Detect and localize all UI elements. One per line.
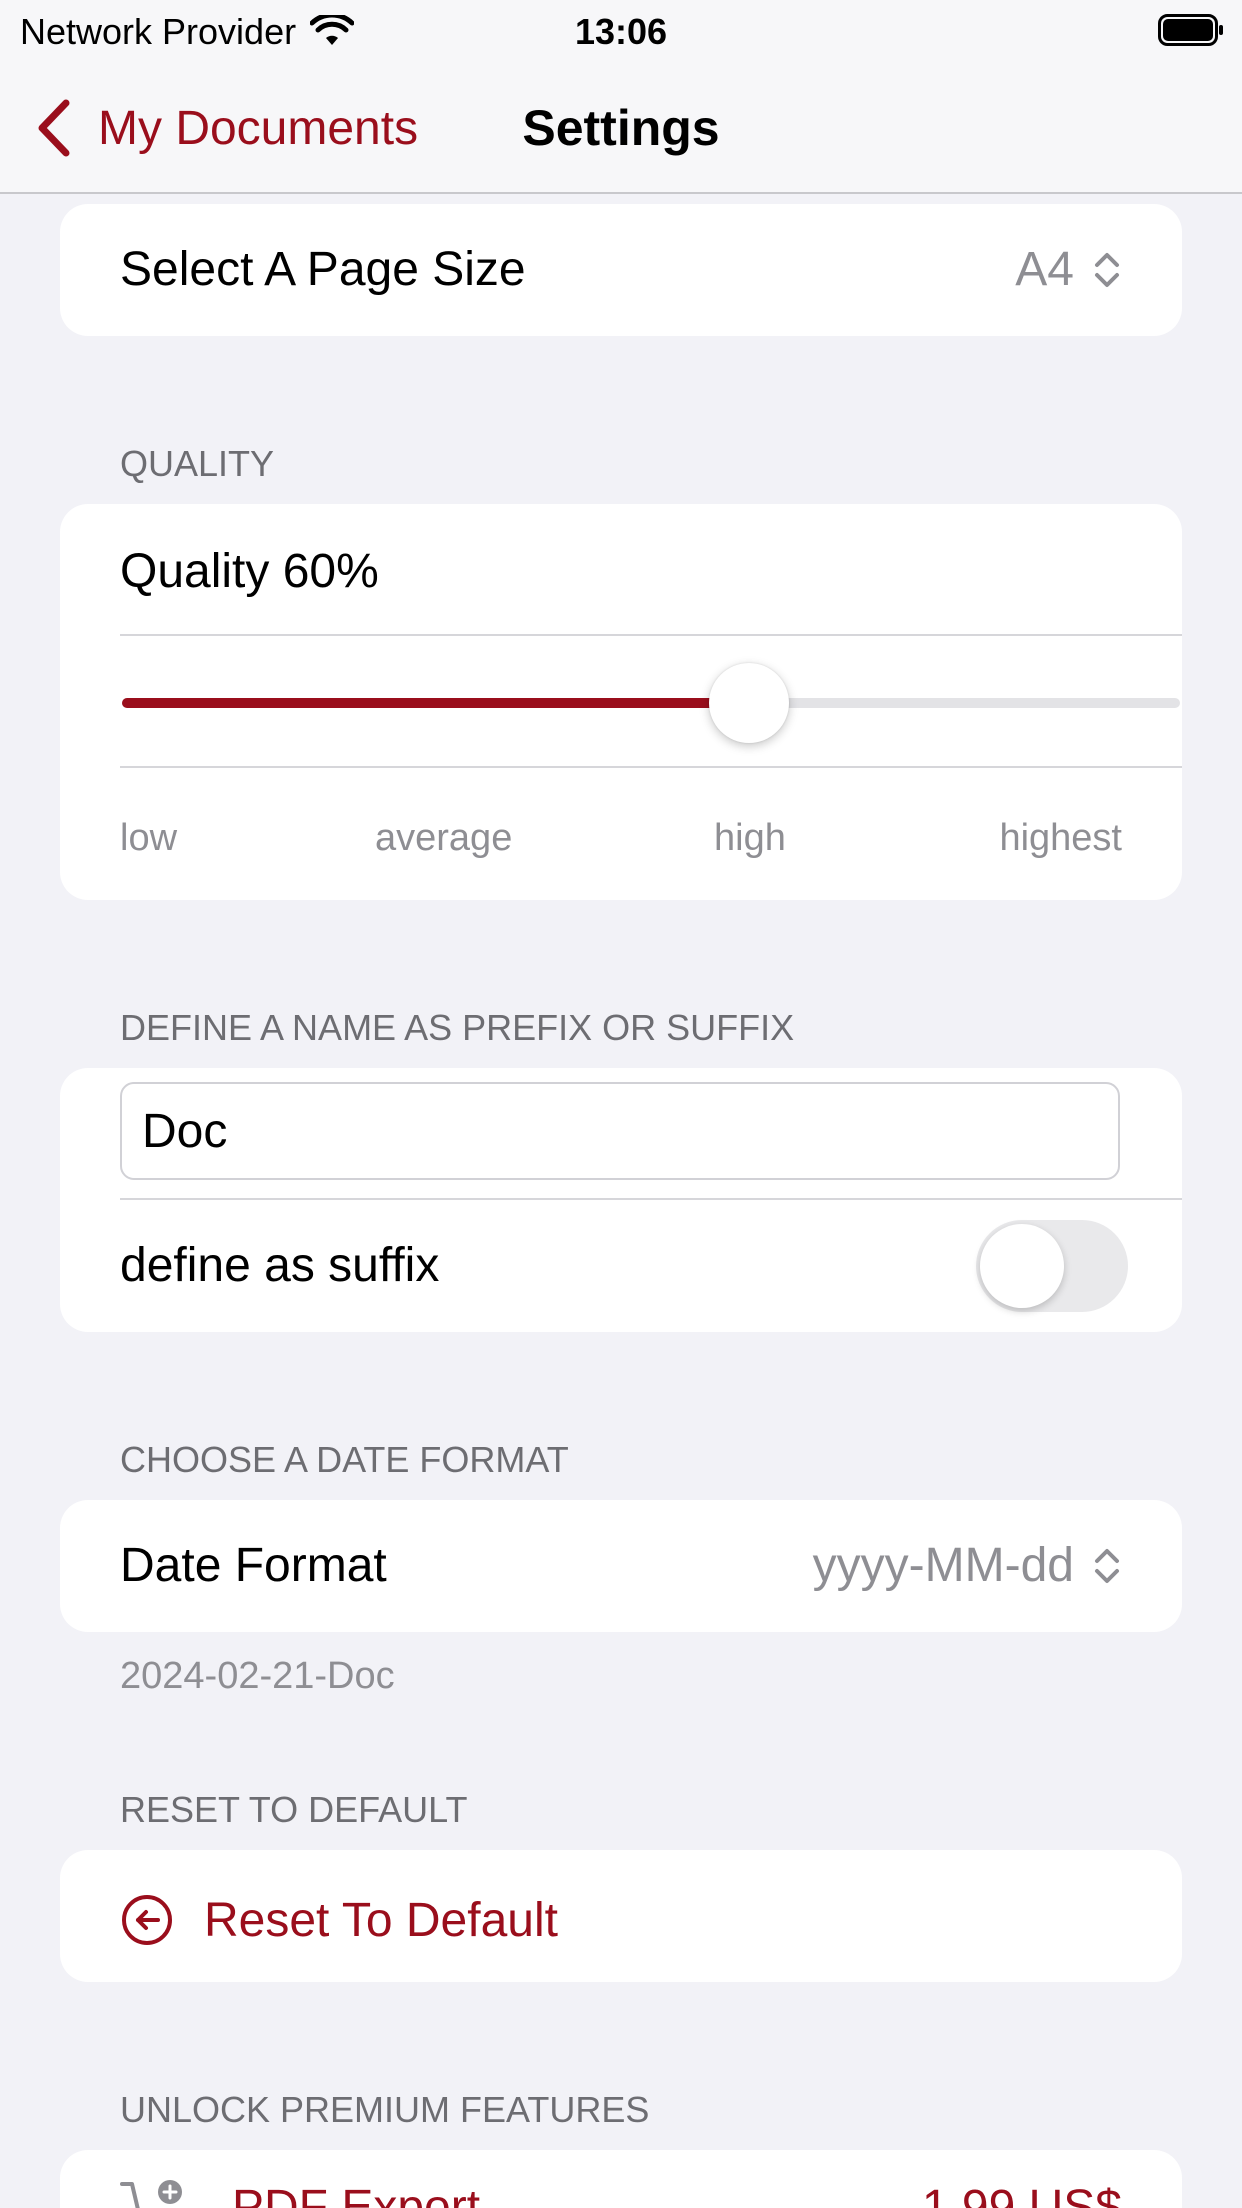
chevron-up-down-icon xyxy=(1095,1549,1119,1583)
reset-icon xyxy=(122,1895,172,1945)
premium-item[interactable]: PDF Export 1,99 US$ xyxy=(120,2178,1122,2208)
suffix-label: define as suffix xyxy=(120,1239,440,1292)
date-format-value: yyyy-MM-dd xyxy=(812,1539,1074,1592)
quality-tick-high: high xyxy=(714,817,786,859)
quality-section-header: QUALITY xyxy=(120,443,275,484)
quality-card: Quality 60% low average high highest xyxy=(60,504,1182,900)
premium-item-row[interactable]: PDF Export 1,99 US$ xyxy=(60,2150,1182,2208)
premium-section-header: UNLOCK PREMIUM FEATURES xyxy=(120,2089,650,2130)
quality-label: Quality 60% xyxy=(120,545,379,598)
page-size-picker[interactable]: A4 xyxy=(1015,240,1122,300)
page-size-value: A4 xyxy=(1015,243,1074,296)
date-format-row[interactable]: Date Format yyyy-MM-dd xyxy=(60,1500,1182,1632)
status-time: 13:06 xyxy=(574,11,668,52)
reset-section-header: RESET TO DEFAULT xyxy=(120,1789,468,1830)
premium-item-price: 1,99 US$ xyxy=(921,2181,1122,2208)
battery-icon xyxy=(1158,14,1223,46)
divider xyxy=(120,766,1182,768)
page-title: Settings xyxy=(522,100,720,156)
status-bar: Network Provider 13:06 xyxy=(0,0,1242,64)
date-format-picker[interactable]: yyyy-MM-dd xyxy=(813,1536,1122,1596)
divider xyxy=(120,634,1182,636)
premium-item-label: PDF Export xyxy=(232,2181,481,2208)
divider xyxy=(120,1198,1182,1200)
quality-slider-fill xyxy=(122,698,749,708)
reset-button-label: Reset To Default xyxy=(204,1893,558,1947)
date-format-example: 2024-02-21-Doc xyxy=(120,1655,395,1697)
page-size-label: Select A Page Size xyxy=(120,243,526,296)
name-card: define as suffix xyxy=(60,1068,1182,1332)
quality-tick-average: average xyxy=(375,817,513,859)
chevron-up-down-icon xyxy=(1095,253,1119,287)
cart-add-icon xyxy=(120,2180,182,2208)
date-format-label: Date Format xyxy=(120,1539,387,1592)
reset-card: Reset To Default xyxy=(60,1850,1182,1982)
reset-button[interactable]: Reset To Default xyxy=(120,1890,558,1950)
page-size-row[interactable]: Select A Page Size A4 xyxy=(60,204,1182,336)
suffix-toggle[interactable] xyxy=(976,1220,1128,1312)
date-section-header: CHOOSE A DATE FORMAT xyxy=(120,1439,569,1480)
quality-tick-highest: highest xyxy=(999,817,1122,859)
toggle-knob xyxy=(980,1224,1064,1308)
quality-tick-low: low xyxy=(120,817,178,859)
name-input[interactable] xyxy=(120,1082,1120,1180)
quality-slider-thumb[interactable] xyxy=(708,663,789,743)
navigation-bar: My Documents Settings xyxy=(0,64,1242,194)
name-section-header: DEFINE A NAME AS PREFIX OR SUFFIX xyxy=(120,1007,795,1048)
settings-list[interactable]: Select A Page Size A4 QUALITY Quality 60… xyxy=(0,192,1242,2208)
quality-slider-track[interactable] xyxy=(122,698,1180,708)
